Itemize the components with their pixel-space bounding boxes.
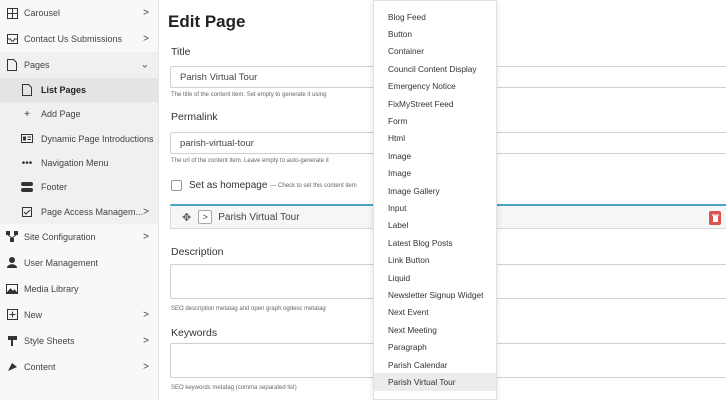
id-card-icon [21,133,33,145]
sidebar-item-label: Carousel [24,8,61,18]
plus-icon: + [24,108,30,120]
sidebar-item-label: Page Access Managem... [41,206,144,217]
sidebar-item-media-library[interactable]: Media Library [0,276,158,302]
plus-square-icon [6,309,18,321]
dropdown-option[interactable]: Next Meeting [374,321,496,338]
sidebar-item-label: Site Configuration [24,231,96,242]
user-icon [6,257,18,269]
dropdown-option[interactable]: Container [374,43,496,60]
footer-icon [21,181,33,193]
title-label: Title [171,46,191,58]
sidebar-item-label: Pages [24,60,50,70]
sidebar-item-site-configuration[interactable]: Site Configuration > [0,224,158,250]
sidebar-item-label: List Pages [41,85,87,96]
trash-icon [711,214,719,222]
sidebar-item-dynamic-page-introductions[interactable]: Dynamic Page Introductions [0,127,158,151]
sidebar-item-content[interactable]: Content > [0,354,158,380]
page-icon [6,59,18,71]
title-help-text: The title of the content item. Set empty… [171,92,327,98]
chevron-right-icon: > [143,361,149,373]
dropdown-option[interactable]: Latest Blog Posts [374,234,496,251]
paint-icon [6,335,18,347]
chevron-right-icon: > [143,309,149,321]
dropdown-option[interactable]: Form [374,112,496,129]
sidebar-item-label: Style Sheets [24,335,75,346]
permalink-label: Permalink [171,111,218,123]
sidebar-item-list-pages[interactable]: List Pages [0,78,158,103]
dropdown-option[interactable]: Label [374,217,496,234]
content-icon [6,361,18,373]
carousel-icon [6,7,18,19]
dropdown-option[interactable]: Input [374,199,496,216]
sidebar-item-contact-us-submissions[interactable]: Contact Us Submissions > [0,26,158,52]
homepage-checkbox[interactable] [171,180,182,191]
description-help-text: SEO description metatag and open graph o… [171,306,326,312]
block-type-dropdown: Blog Feed Button Container Council Conte… [373,0,497,400]
dropdown-option[interactable]: Blog Feed [374,8,496,25]
dropdown-option[interactable]: Paragraph [374,338,496,355]
dropdown-option[interactable]: Image [374,165,496,182]
sitemap-icon [6,231,18,243]
page-title: Edit Page [168,12,246,31]
dropdown-option[interactable]: Liquid [374,269,496,286]
dropdown-option[interactable]: Council Content Display [374,60,496,77]
expand-button[interactable]: > [198,210,213,224]
image-icon [6,283,18,295]
dropdown-option[interactable]: Button [374,25,496,42]
chevron-right-icon: > [143,33,149,45]
dropdown-option[interactable]: Html [374,130,496,147]
homepage-row: Set as homepage — Check to set this cont… [171,180,357,191]
sidebar-item-label: Media Library [24,283,79,294]
dropdown-option[interactable]: FixMyStreet Feed [374,95,496,112]
sidebar-item-label: New [24,309,43,320]
sidebar-item-carousel[interactable]: Carousel > [0,0,158,26]
dropdown-option[interactable]: Image Gallery [374,182,496,199]
dropdown-option[interactable]: Link Button [374,251,496,268]
sidebar-item-label: Content [24,361,56,372]
page-icon [21,84,33,97]
dropdown-option[interactable]: Emergency Notice [374,78,496,95]
description-label: Description [171,246,224,258]
sidebar-item-label: Navigation Menu [41,158,109,169]
sidebar-item-user-management[interactable]: User Management [0,250,158,276]
ellipsis-icon: ••• [21,157,33,169]
sidebar-item-navigation-menu[interactable]: ••• Navigation Menu [0,151,158,175]
homepage-help-text: — Check to set this content item [270,182,357,189]
sidebar-item-label: User Management [24,257,99,268]
chevron-right-icon: > [143,7,149,19]
keywords-label: Keywords [171,327,218,339]
move-icon[interactable]: ✥ [182,211,191,224]
block-label: Parish Virtual Tour [218,211,300,223]
delete-button[interactable] [709,211,721,225]
sidebar-item-label: Contact Us Submissions [24,34,123,44]
sidebar-item-add-page[interactable]: + Add Page [0,102,158,126]
sidebar-item-new[interactable]: New > [0,302,158,328]
inbox-icon [6,33,18,45]
keywords-help-text: SEO keywords metatag (comma separated li… [171,385,297,391]
chevron-right-icon: > [143,335,149,347]
pages-submenu: Pages ⌄ List Pages + Add Page Dynamic Pa… [0,52,158,224]
sidebar-item-footer[interactable]: Footer [0,175,158,199]
sidebar-item-page-access-management[interactable]: Page Access Managem... > [0,199,158,223]
chevron-down-icon: ⌄ [140,59,149,71]
sidebar-item-label: Dynamic Page Introductions [41,133,154,144]
permalink-help-text: The url of the content item. Leave empty… [171,158,329,164]
checkbox-icon [21,206,33,218]
dropdown-option[interactable]: Parish Calendar [374,356,496,373]
dropdown-option-highlighted[interactable]: Parish Virtual Tour [374,373,496,391]
dropdown-option[interactable]: Next Event [374,304,496,321]
homepage-label[interactable]: Set as homepage [189,180,267,191]
chevron-right-icon: > [143,231,149,243]
dropdown-option[interactable]: Newsletter Signup Widget [374,286,496,303]
sidebar-item-label: Add Page [41,109,81,120]
sidebar: Carousel > Contact Us Submissions > Page… [0,0,159,400]
sidebar-item-label: Footer [41,182,68,193]
sidebar-item-pages[interactable]: Pages ⌄ [0,52,158,78]
chevron-right-icon: > [143,206,149,218]
sidebar-item-style-sheets[interactable]: Style Sheets > [0,328,158,354]
dropdown-option[interactable]: Image [374,147,496,164]
